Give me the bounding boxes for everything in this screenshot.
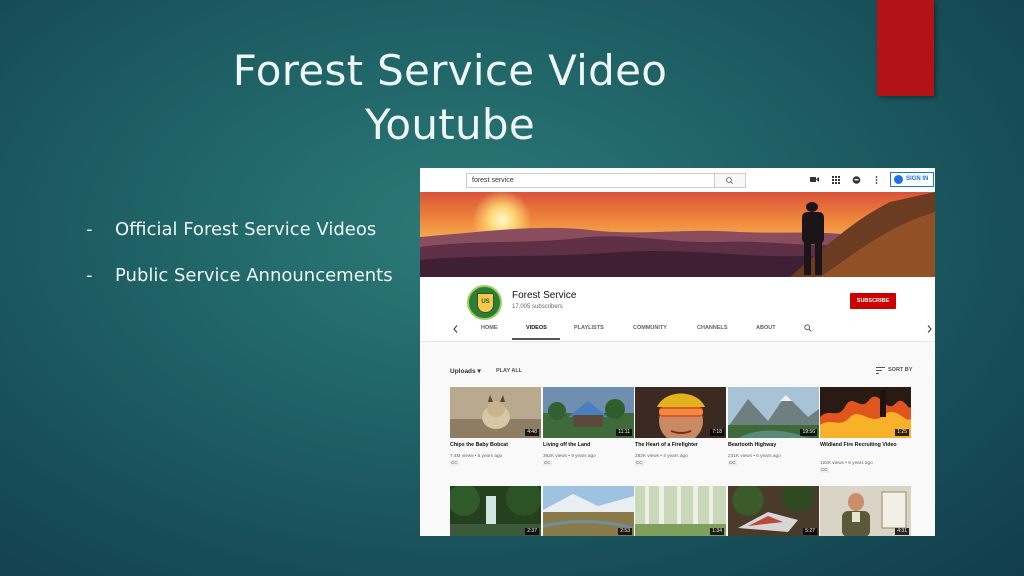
- search-input[interactable]: forest service: [466, 173, 720, 188]
- sort-icon[interactable]: [876, 367, 885, 374]
- video-title[interactable]: Chips the Baby Bobcat: [450, 442, 541, 449]
- tab-community[interactable]: COMMUNITY: [633, 325, 667, 331]
- video-meta: 282K views • 4 years ago: [635, 453, 688, 458]
- banner-image: [420, 192, 935, 277]
- video-title[interactable]: Living off the Land: [543, 442, 634, 449]
- video-duration: 1:34: [710, 528, 724, 535]
- video-duration: 5:27: [803, 528, 817, 535]
- subscribe-button[interactable]: SUBSCRIBE: [850, 293, 896, 309]
- cc-badge: CC: [635, 460, 644, 466]
- more-vertical-icon[interactable]: [875, 176, 878, 184]
- channel-name[interactable]: Forest Service: [512, 290, 576, 301]
- video-duration: 2:53: [618, 528, 632, 535]
- play-all-button[interactable]: PLAY ALL: [496, 368, 522, 374]
- video-thumbnail[interactable]: 4:48: [450, 387, 541, 438]
- chevron-left-icon[interactable]: [453, 325, 458, 333]
- red-accent-bar: [877, 0, 934, 96]
- cc-badge: CC: [543, 460, 552, 466]
- slide-title-line-1: Forest Service Video: [232, 46, 668, 95]
- chevron-right-icon[interactable]: [927, 325, 932, 333]
- video-thumbnail[interactable]: 1:34: [635, 486, 726, 536]
- channel-banner: [420, 192, 935, 277]
- video-duration: 7:18: [710, 429, 724, 436]
- video-meta: 362K views • 9 years ago: [543, 453, 596, 458]
- cc-badge: CC: [450, 460, 459, 466]
- youtube-topbar: forest service SIGN IN: [420, 168, 935, 193]
- video-thumbnail[interactable]: 2:53: [543, 486, 634, 536]
- video-duration: 4:48: [525, 429, 539, 436]
- video-meta: 122K views • 6 years ago: [820, 460, 873, 465]
- bullet-text: Official Forest Service Videos: [115, 219, 377, 240]
- sign-in-label: SIGN IN: [906, 176, 929, 182]
- cc-badge: CC: [728, 460, 737, 466]
- tab-videos[interactable]: VIDEOS: [526, 325, 547, 331]
- youtube-screenshot: forest service SIGN IN US Forest Service…: [420, 168, 935, 536]
- sign-in-button[interactable]: SIGN IN: [890, 172, 934, 187]
- account-icon: [894, 175, 903, 184]
- tab-playlists[interactable]: PLAYLISTS: [574, 325, 604, 331]
- bullet-text: Public Service Announcements: [115, 265, 393, 286]
- video-title[interactable]: The Heart of a Firefighter: [635, 442, 726, 449]
- video-thumbnail[interactable]: 5:27: [728, 486, 819, 536]
- bullet-dash: -: [86, 265, 93, 286]
- search-icon: [726, 177, 733, 184]
- video-title[interactable]: Beartooth Highway: [728, 442, 819, 449]
- slide-title: Forest Service Video Youtube: [190, 44, 710, 152]
- uploads-dropdown[interactable]: Uploads ▾: [450, 367, 481, 375]
- sort-by-button[interactable]: SORT BY: [888, 367, 912, 373]
- video-thumbnail[interactable]: 2:37: [450, 486, 541, 536]
- video-thumbnail[interactable]: 19:56: [728, 387, 819, 438]
- tab-about[interactable]: ABOUT: [756, 325, 776, 331]
- subscriber-count: 17,005 subscribers: [512, 304, 563, 310]
- bullet-dash: -: [86, 219, 93, 240]
- messages-icon[interactable]: [852, 176, 861, 184]
- video-thumbnail[interactable]: 4:31: [820, 486, 911, 536]
- cc-badge: CC: [820, 467, 829, 473]
- video-thumbnail[interactable]: 7:18: [635, 387, 726, 438]
- video-meta: 231K views • 6 years ago: [728, 453, 781, 458]
- video-duration: 4:31: [895, 528, 909, 535]
- search-button[interactable]: [714, 173, 746, 188]
- active-tab-indicator: [512, 338, 560, 340]
- channel-logo[interactable]: US: [467, 285, 502, 320]
- slide-title-line-2: Youtube: [364, 100, 536, 149]
- video-thumbnail[interactable]: 11:11: [543, 387, 634, 438]
- channel-search-icon[interactable]: [804, 324, 812, 332]
- video-meta: 7.4M views • 5 years ago: [450, 453, 503, 458]
- tab-channels[interactable]: CHANNELS: [697, 325, 728, 331]
- video-thumbnail[interactable]: 1:25: [820, 387, 911, 438]
- apps-grid-icon[interactable]: [832, 176, 840, 184]
- video-camera-icon[interactable]: [810, 176, 819, 183]
- video-duration: 2:37: [525, 528, 539, 535]
- forest-service-shield-icon: US: [477, 293, 494, 313]
- video-title[interactable]: Wildland Fire Recruiting Video: [820, 442, 911, 449]
- channel-tabs: HOME VIDEOS PLAYLISTS COMMUNITY CHANNELS…: [420, 320, 935, 340]
- video-duration: 11:11: [616, 429, 632, 436]
- tab-home[interactable]: HOME: [481, 325, 498, 331]
- video-duration: 1:25: [895, 429, 909, 436]
- video-duration: 19:56: [800, 429, 817, 436]
